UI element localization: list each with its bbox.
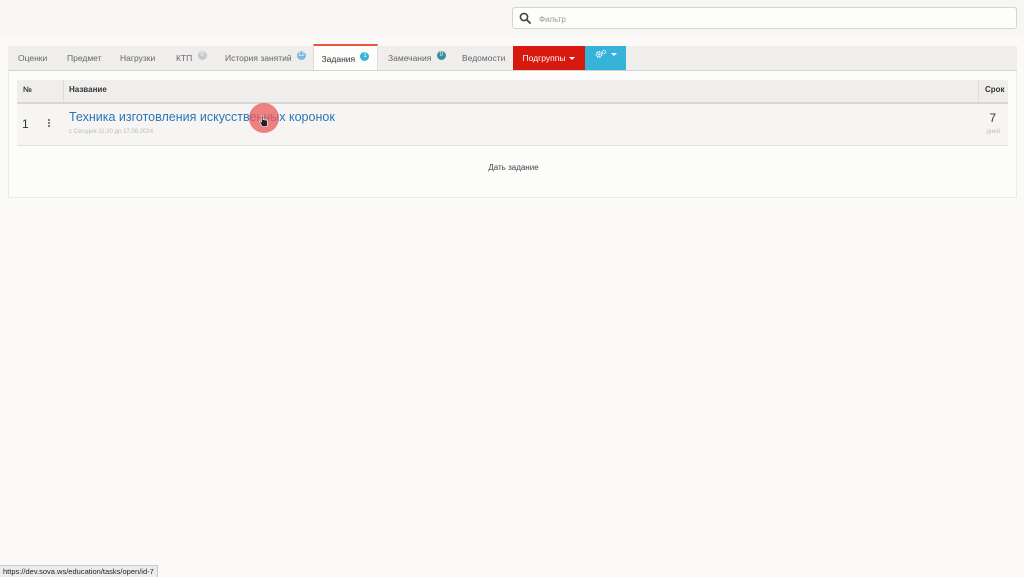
task-date-range: с Сегодня 11:10 до 17.08.2024 [69, 129, 154, 135]
tab-label: Предмет [67, 53, 102, 63]
chevron-down-icon [610, 53, 617, 57]
tab-ktp[interactable]: КТП 0 [176, 46, 207, 70]
row-number: 1 [22, 117, 29, 131]
column-header-name[interactable]: Название [69, 80, 107, 102]
subgroups-label: Подгруппы [522, 53, 566, 63]
give-task-button[interactable]: Дать задание [9, 163, 1018, 172]
tab-label: КТП [176, 53, 193, 63]
tab-workload[interactable]: Нагрузки [120, 46, 155, 70]
tab-grades[interactable]: Оценки [18, 46, 47, 70]
column-divider [63, 80, 64, 102]
tab-label: Задания [321, 54, 356, 64]
top-bar [0, 0, 1024, 36]
task-title-link[interactable]: Техника изготовления искусственных корон… [69, 110, 335, 124]
tab-label: Нагрузки [120, 53, 156, 63]
task-deadline-days: 7 [989, 111, 996, 125]
table-header: № Название Срок [17, 80, 1008, 104]
column-header-number: № [23, 85, 32, 94]
tab-lesson-history[interactable]: История занятий 12 [225, 46, 307, 70]
tab-remarks[interactable]: Замечания 0 [388, 46, 446, 70]
chevron-down-icon [569, 57, 576, 61]
count-badge: 1 [360, 52, 370, 61]
tab-label: История занятий [225, 53, 292, 63]
column-header-deadline[interactable]: Срок [985, 80, 1005, 102]
subgroups-dropdown-button[interactable]: Подгруппы [513, 46, 585, 70]
tab-label: Замечания [388, 53, 432, 63]
count-badge: 0 [436, 51, 446, 60]
tab-label: Ведомости [462, 53, 506, 63]
tab-bar: Оценки Предмет Нагрузки КТП 0 История за… [8, 44, 1017, 72]
tab-label: Оценки [18, 53, 48, 63]
tab-tasks[interactable]: Задания 1 [313, 44, 378, 70]
tab-subject[interactable]: Предмет [67, 46, 102, 70]
filter-input[interactable] [537, 10, 1011, 28]
status-bar-url: https://dev.sova.ws/education/tasks/open… [0, 565, 158, 577]
task-deadline-unit: дней [986, 129, 1000, 135]
search-icon [519, 12, 531, 24]
more-options-icon[interactable] [48, 119, 52, 129]
tab-statements[interactable]: Ведомости [462, 46, 505, 70]
filter-search-box[interactable] [512, 7, 1017, 29]
settings-dropdown-button[interactable] [585, 46, 626, 70]
count-badge: 12 [297, 51, 307, 60]
tasks-panel: № Название Срок 1 Техника изготовления и… [8, 71, 1017, 198]
column-divider [978, 80, 979, 102]
hand-cursor-icon [259, 115, 268, 127]
gears-icon [595, 49, 606, 58]
count-badge: 0 [197, 51, 207, 60]
table-row: 1 Техника изготовления искусственных кор… [17, 104, 1008, 146]
